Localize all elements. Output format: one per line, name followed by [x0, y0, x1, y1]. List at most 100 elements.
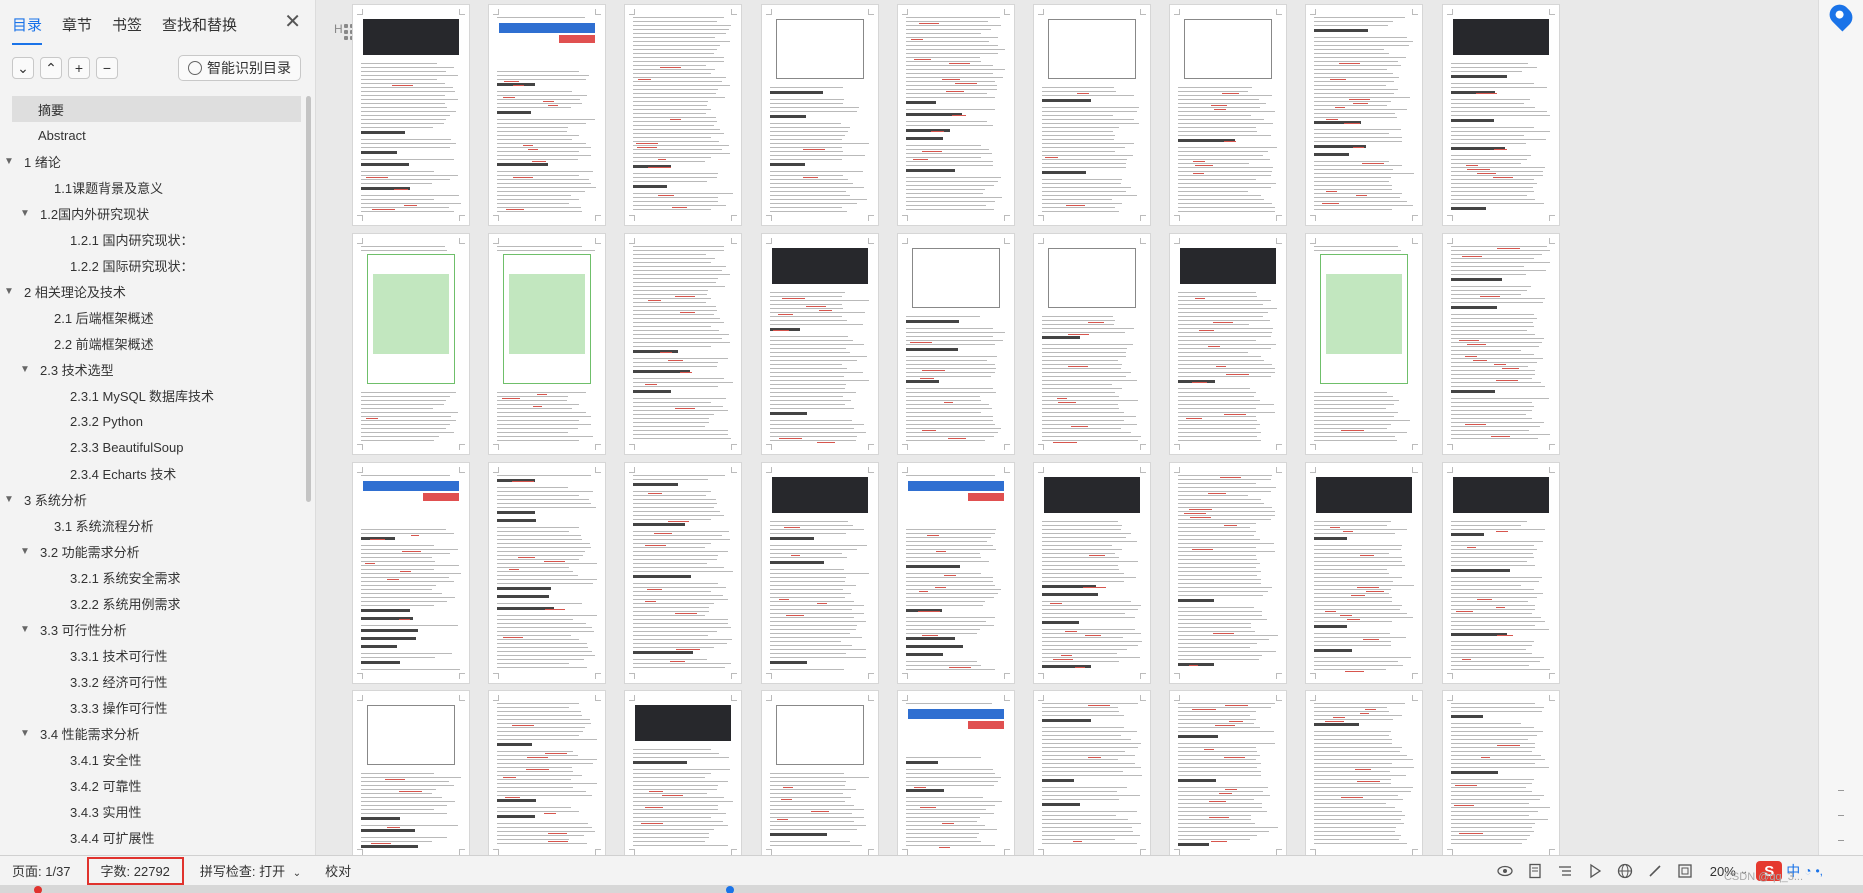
page-thumbnail[interactable]: [352, 233, 470, 455]
web-view-icon[interactable]: [1617, 863, 1633, 879]
toc-item[interactable]: 3.4.2 可靠性: [0, 772, 305, 798]
toc-item[interactable]: 3.4.3 实用性: [0, 798, 305, 824]
toc-item[interactable]: ▼ 3.4 性能需求分析: [0, 720, 305, 746]
tab-chapters[interactable]: 章节: [62, 10, 92, 39]
page-thumbnail[interactable]: [624, 233, 743, 455]
page-view-icon[interactable]: [1527, 863, 1543, 879]
text-line: [769, 777, 870, 779]
page-thumbnail[interactable]: [1441, 690, 1560, 855]
word-count[interactable]: 字数: 22792: [86, 856, 184, 885]
page-thumbnail[interactable]: [1441, 462, 1560, 684]
page-thumbnail[interactable]: [896, 690, 1015, 855]
expand-arrow-icon[interactable]: ▼: [18, 364, 32, 375]
toc-item[interactable]: 1.2.2 国际研究现状：: [0, 252, 305, 278]
expand-arrow-icon[interactable]: ▼: [2, 494, 16, 505]
page-thumbnail[interactable]: [1169, 233, 1288, 455]
toc-item[interactable]: 2.3.3 BeautifulSoup: [0, 434, 305, 460]
page-thumbnail[interactable]: [352, 462, 470, 684]
expand-arrow-icon[interactable]: ▼: [18, 546, 32, 557]
toc-item[interactable]: 摘要: [12, 96, 301, 122]
text-line: [361, 392, 457, 394]
page-thumbnail[interactable]: [1169, 462, 1288, 684]
fit-page-icon[interactable]: [1677, 863, 1693, 879]
toc-item[interactable]: ▼ 1.2国内外研究现状: [0, 200, 305, 226]
page-thumbnail[interactable]: [624, 4, 743, 226]
toc-item[interactable]: 3.4.4 可扩展性: [0, 824, 305, 848]
page-thumbnail[interactable]: [488, 233, 607, 455]
page-thumbnail[interactable]: [1305, 690, 1424, 855]
taskbar-app-icon[interactable]: [726, 886, 734, 893]
spell-check-toggle[interactable]: 拼写检查: 打开 ⌄: [188, 861, 313, 880]
page-thumbnail[interactable]: [896, 462, 1015, 684]
page-thumbnail[interactable]: [1305, 233, 1424, 455]
tab-bookmarks[interactable]: 书签: [112, 10, 142, 39]
toc-item[interactable]: 2.1 后端框架概述: [0, 304, 305, 330]
toc-item[interactable]: 1.2.1 国内研究现状：: [0, 226, 305, 252]
expand-arrow-icon[interactable]: ▼: [2, 286, 16, 297]
page-thumbnail[interactable]: [1033, 690, 1151, 855]
toc-item[interactable]: 3.2.2 系统用例需求: [0, 590, 305, 616]
remove-icon[interactable]: −: [96, 57, 118, 79]
toc-item[interactable]: 2.3.1 MySQL 数据库技术: [0, 382, 305, 408]
pen-icon[interactable]: [1647, 863, 1663, 879]
expand-arrow-icon[interactable]: ▼: [18, 208, 32, 219]
page-thumbnail[interactable]: [896, 4, 1015, 226]
add-icon[interactable]: +: [68, 57, 90, 79]
eye-icon[interactable]: [1497, 863, 1513, 879]
page-thumbnail[interactable]: [1169, 690, 1288, 855]
close-icon[interactable]: ✕: [284, 12, 301, 32]
page-thumbnail[interactable]: [1033, 4, 1151, 226]
toc-item[interactable]: 3.3.3 操作可行性: [0, 694, 305, 720]
location-pin-icon[interactable]: [1825, 0, 1857, 32]
page-thumbnail[interactable]: [1033, 233, 1151, 455]
toc-item[interactable]: ▼ 3.2 功能需求分析: [0, 538, 305, 564]
page-thumbnail[interactable]: [896, 233, 1015, 455]
expand-arrow-icon[interactable]: ▼: [18, 728, 32, 739]
toc-item[interactable]: ▼ 3 系统分析: [0, 486, 305, 512]
toc-item[interactable]: ▼ 2 相关理论及技术: [0, 278, 305, 304]
proof-button[interactable]: 校对: [313, 861, 363, 880]
page-thumbnail[interactable]: [352, 690, 470, 855]
toc-item[interactable]: 3.4.1 安全性: [0, 746, 305, 772]
page-thumbnail[interactable]: [760, 690, 879, 855]
page-thumbnail[interactable]: [488, 690, 607, 855]
smart-recognize-toc-button[interactable]: 智能识别目录: [178, 55, 301, 81]
toc-item[interactable]: ▼ 3.3 可行性分析: [0, 616, 305, 642]
tab-toc[interactable]: 目录: [12, 10, 43, 45]
expand-arrow-icon[interactable]: ▼: [2, 156, 16, 167]
outline-view-icon[interactable]: [1557, 863, 1573, 879]
toc-item[interactable]: Abstract: [0, 122, 305, 148]
sidebar-scrollbar[interactable]: [306, 96, 311, 502]
expand-arrow-icon[interactable]: ▼: [18, 624, 32, 635]
page-thumbnail[interactable]: [1033, 462, 1151, 684]
page-thumbnail[interactable]: [488, 462, 607, 684]
page-thumbnail[interactable]: [1441, 4, 1560, 226]
page-thumbnail[interactable]: [624, 690, 743, 855]
page-thumbnail[interactable]: [624, 462, 743, 684]
toc-item[interactable]: 1.1课题背景及意义: [0, 174, 305, 200]
page-thumbnail[interactable]: [488, 4, 607, 226]
toc-item[interactable]: ▼ 1 绪论: [0, 148, 305, 174]
toc-item[interactable]: 3.3.2 经济可行性: [0, 668, 305, 694]
page-thumbnail[interactable]: [1305, 4, 1424, 226]
page-thumbnail[interactable]: [1305, 462, 1424, 684]
toc-item[interactable]: 3.1 系统流程分析: [0, 512, 305, 538]
toc-item[interactable]: 3.3.1 技术可行性: [0, 642, 305, 668]
collapse-icon[interactable]: ⌄: [12, 57, 34, 79]
toc-item[interactable]: 3.2.1 系统安全需求: [0, 564, 305, 590]
toc-item[interactable]: 2.3.2 Python: [0, 408, 305, 434]
expand-icon[interactable]: ⌃: [40, 57, 62, 79]
tab-find-replace[interactable]: 查找和替换: [162, 10, 237, 39]
page-thumbnail[interactable]: [760, 4, 879, 226]
page-thumbnail[interactable]: [760, 233, 879, 455]
toc-item[interactable]: 2.2 前端框架概述: [0, 330, 305, 356]
toc-item[interactable]: 2.3.4 Echarts 技术: [0, 460, 305, 486]
toc-item[interactable]: ▼ 2.3 技术选型: [0, 356, 305, 382]
taskbar-app-icon[interactable]: [34, 886, 42, 893]
play-icon[interactable]: [1587, 863, 1603, 879]
page-thumbnail[interactable]: [760, 462, 879, 684]
page-thumbnail[interactable]: [352, 4, 470, 226]
page-thumbnail[interactable]: [1441, 233, 1560, 455]
page-indicator[interactable]: 页面: 1/37: [0, 861, 83, 880]
page-thumbnail[interactable]: [1169, 4, 1288, 226]
